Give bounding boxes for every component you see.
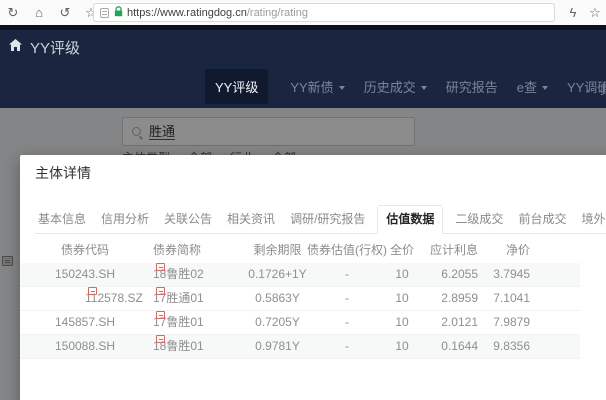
nav-item-yy-newbond[interactable]: YY新债: [290, 77, 344, 96]
entity-detail-modal: 主体详情 基本信息 信用分析 关联公告 相关资讯 调研/研究报告 估值数据 二级…: [20, 155, 606, 400]
address-bar[interactable]: https://www.ratingdog.cn/rating/rating: [93, 3, 555, 22]
nav-item-echeck[interactable]: e查: [517, 77, 548, 96]
tab-credit-analysis[interactable]: 信用分析: [98, 206, 152, 233]
refresh-icon[interactable]: ↻: [0, 0, 26, 25]
secure-lock-icon: [114, 4, 123, 22]
nav-item-research-report[interactable]: 研究报告: [446, 77, 498, 96]
accrued-interest: 0.1644: [418, 335, 478, 358]
tab-offshore-bonds[interactable]: 境外债券: [578, 206, 606, 233]
detail-popup-icon[interactable]: [156, 335, 165, 343]
site-header: YY评级 YY评级 YY新债 历史成交 研究报告 e查 YY调研 其: [0, 25, 606, 108]
logo-text: YY评级: [30, 37, 80, 58]
col-accrued-interest: 应计利息: [418, 237, 478, 263]
table-row: 150088.SH 18鲁胜01 0.9781Y - 10 0.1644 9.8…: [20, 335, 580, 359]
url-path: /rating/rating: [247, 7, 308, 19]
bond-code: 145857.SH: [35, 311, 135, 334]
browser-toolbar: ↻ ⌂ ↺ ☆ https://www.ratingdog.cn/rating/…: [0, 0, 606, 25]
chevron-down-icon: [339, 86, 345, 90]
modal-tabs: 基本信息 信用分析 关联公告 相关资讯 调研/研究报告 估值数据 二级成交 前台…: [35, 205, 606, 234]
page-info-icon[interactable]: [100, 8, 109, 18]
detail-popup-icon[interactable]: [156, 263, 165, 271]
nav-item-clipped[interactable]: 其: [600, 79, 606, 98]
detail-popup-icon[interactable]: [88, 287, 97, 295]
tab-basic-info[interactable]: 基本信息: [35, 206, 89, 233]
table-row: 150243.SH 18鲁胜02 0.1726+1Y - 10 6.2055 3…: [20, 263, 580, 287]
accrued-interest: 2.8959: [418, 287, 478, 310]
screen: ↻ ⌂ ↺ ☆ https://www.ratingdog.cn/rating/…: [0, 0, 606, 400]
tab-related-announcements[interactable]: 关联公告: [161, 206, 215, 233]
col-net-price: 净价: [482, 237, 530, 263]
detail-popup-icon[interactable]: [156, 311, 165, 319]
main-nav: YY评级 YY新债 历史成交 研究报告 e查 YY调研 其: [0, 64, 606, 108]
bond-code: 150243.SH: [35, 263, 135, 286]
tab-valuation-data[interactable]: 估值数据: [377, 205, 443, 234]
net-price: 9.8356: [482, 335, 530, 358]
net-price: 7.9879: [482, 311, 530, 334]
tab-front-desk-deals[interactable]: 前台成交: [515, 206, 569, 233]
chevron-down-icon: [542, 86, 548, 90]
col-bond-code: 债券代码: [35, 237, 135, 263]
extension-lightning-icon[interactable]: ϟ: [562, 0, 584, 25]
url-host: https://www.ratingdog.cn: [127, 7, 247, 19]
nav-item-yy-rating[interactable]: YY评级: [205, 69, 268, 104]
nav-item-history-deals[interactable]: 历史成交: [364, 77, 427, 96]
home-glyph-icon: [8, 38, 23, 57]
home-icon[interactable]: ⌂: [26, 0, 52, 25]
tab-secondary-deals[interactable]: 二级成交: [452, 206, 506, 233]
accrued-interest: 2.0121: [418, 311, 478, 334]
chevron-down-icon: [421, 86, 427, 90]
tab-related-news[interactable]: 相关资讯: [224, 206, 278, 233]
table-header: 债券代码 债券简称 剩余期限 债券估值(行权) 全价 应计利息 净价: [20, 237, 580, 263]
tab-survey-research-report[interactable]: 调研/研究报告: [287, 206, 368, 233]
undo-icon[interactable]: ↺: [52, 0, 78, 25]
favorite-star-icon[interactable]: ☆: [584, 0, 606, 25]
modal-title: 主体详情: [35, 163, 91, 183]
bond-code: 150088.SH: [35, 335, 135, 358]
net-price: 7.1041: [482, 287, 530, 310]
table-row: 112578.SZ 17胜通01 0.5863Y - 10 2.8959 7.1…: [20, 287, 580, 311]
table-row: 145857.SH 17鲁胜01 0.7205Y - 10 2.0121 7.9…: [20, 311, 580, 335]
net-price: 3.7945: [482, 263, 530, 286]
logo[interactable]: YY评级: [0, 30, 606, 64]
accrued-interest: 6.2055: [418, 263, 478, 286]
detail-popup-icon[interactable]: [156, 287, 165, 295]
